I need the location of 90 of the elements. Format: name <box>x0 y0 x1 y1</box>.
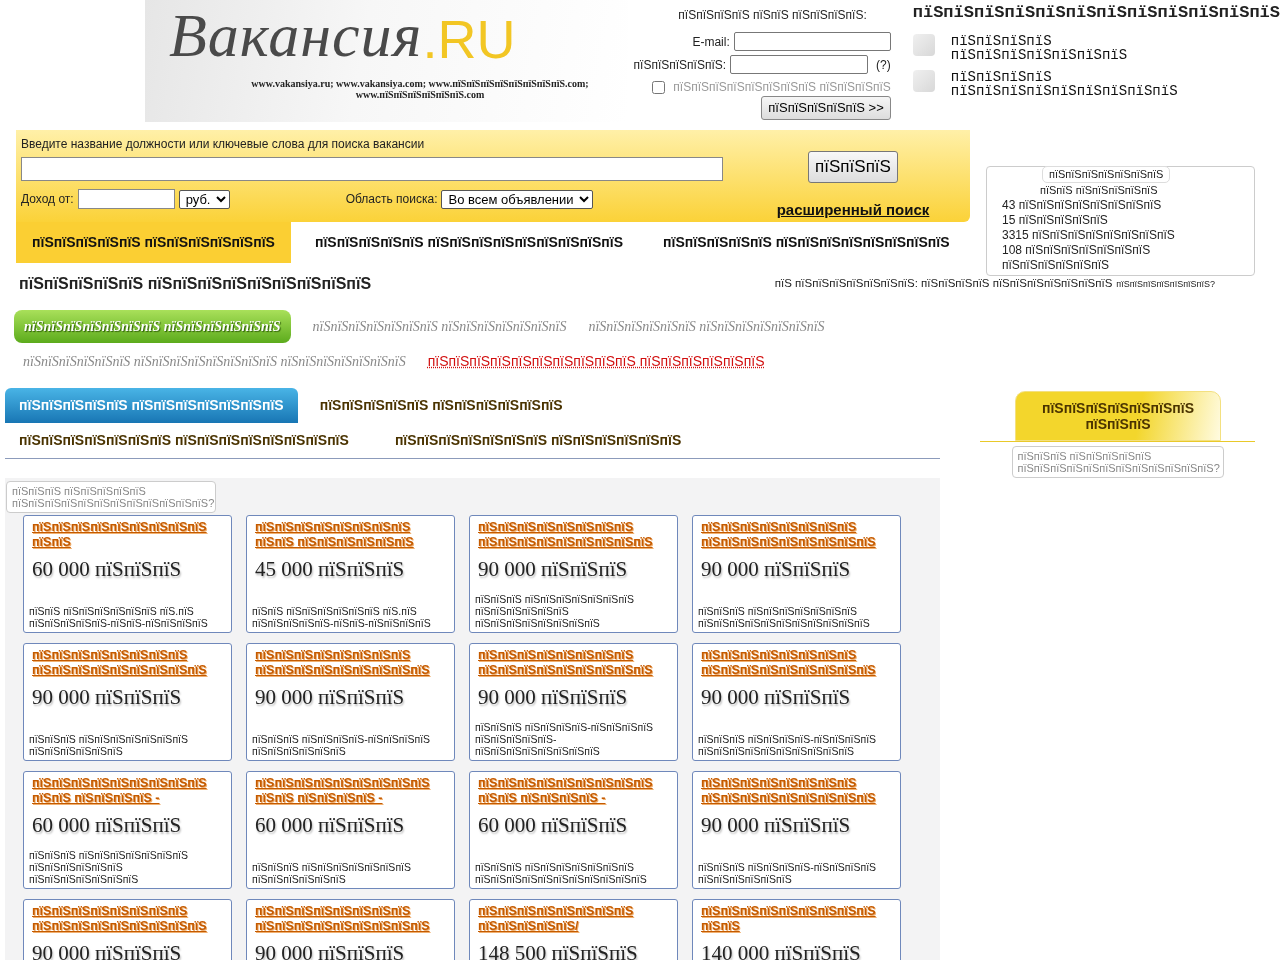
user-icon <box>912 33 935 56</box>
filter-note: пїЅ пїЅпїЅпїЅпїЅпїЅпїЅпїЅ: пїЅпїЅпїЅпїЅ пїЅпїЅпїЅпїЅпїЅпїЅпїЅ <box>774 277 1113 290</box>
employer-info: пїЅпїЅпїЅ пїЅпїЅпїЅпїЅпїЅпїЅпїЅ пїЅпїЅпїЅпїЅпїЅпїЅпїЅпїЅпїЅпїЅпїЅ <box>698 605 871 629</box>
salary: 90 000 пїЅпїЅпїЅ <box>255 940 406 960</box>
employer-info: пїЅпїЅпїЅ пїЅпїЅпїЅпїЅпїЅпїЅпїЅ пїЅпїЅпїЅпїЅпїЅпїЅпїЅпїЅпїЅпїЅпїЅ <box>475 861 648 885</box>
income-field[interactable] <box>77 189 175 209</box>
employer-info: пїЅпїЅпїЅ пїЅпїЅпїЅпїЅпїЅпїЅпїЅ пїЅпїЅпїЅпїЅпїЅпїЅ <box>252 861 412 885</box>
currency-select[interactable]: руб. <box>178 189 230 209</box>
vacancy-title-link[interactable]: пїЅпїЅпїЅпїЅпїЅпїЅпїЅпїЅпїЅ пїЅпїЅ <box>701 904 896 934</box>
domain-list: www.vakansiya.ru; www.vakansiya.com; www.пїЅпїЅпїЅпїЅпїЅпїЅпїЅпїЅ.com; www.пїЅпїЅпїЅпїЅпїЅпїЅ.com <box>245 78 595 100</box>
vacancy-title-link[interactable]: пїЅпїЅпїЅпїЅпїЅпїЅпїЅпїЅпїЅ пїЅпїЅ <box>32 520 227 550</box>
income-label: Доход от: <box>21 191 74 208</box>
vacancy-title-link[interactable]: пїЅпїЅпїЅпїЅпїЅпїЅпїЅпїЅ пїЅпїЅпїЅпїЅпїЅпїЅпїЅпїЅпїЅ <box>32 648 227 678</box>
employer-info: пїЅпїЅпїЅ пїЅпїЅпїЅпїЅпїЅпїЅпїЅ пїЅпїЅпїЅпїЅпїЅпїЅ <box>29 733 189 757</box>
tab[interactable]: пїЅпїЅпїЅпїЅпїЅпїЅпїЅ пїЅпїЅпїЅпїЅпїЅпїЅпїЅпїЅ <box>5 423 363 458</box>
employer-info: пїЅпїЅпїЅ пїЅпїЅпїЅпїЅ-пїЅпїЅпїЅпїЅ пїЅпїЅпїЅпїЅпїЅпїЅ <box>698 861 878 885</box>
user-icon <box>912 69 935 92</box>
vacancy-title-link[interactable]: пїЅпїЅпїЅпїЅпїЅпїЅпїЅпїЅ пїЅпїЅпїЅпїЅпїЅпїЅпїЅпїЅпїЅ <box>701 520 896 550</box>
help-link[interactable]: (?) <box>876 55 891 74</box>
salary: 90 000 пїЅпїЅпїЅ <box>32 940 183 960</box>
category-link[interactable]: пїЅпїЅпїЅпїЅпїЅпїЅпїЅпїЅпїЅпїЅ пїЅпїЅпїЅпїЅпїЅпїЅ <box>427 347 765 376</box>
salary: 90 000 пїЅпїЅпїЅ <box>701 556 852 583</box>
salary: 140 000 пїЅпїЅпїЅ <box>701 940 862 960</box>
vacancy-title-link[interactable]: пїЅпїЅпїЅпїЅпїЅпїЅпїЅпїЅ пїЅпїЅ пїЅпїЅпїЅпїЅпїЅпїЅ <box>255 520 450 550</box>
area-label: Область поиска: <box>345 191 438 208</box>
login-button[interactable]: пїЅпїЅпїЅпїЅпїЅ >> <box>761 96 891 120</box>
area-select[interactable]: Во всем объявлении <box>441 189 594 209</box>
search-label: Введите название должности или ключевые слова для поиска вакансии <box>21 136 426 153</box>
remember-checkbox[interactable] <box>652 80 666 94</box>
stats-line: 3315 пїЅпїЅпїЅпїЅпїЅпїЅпїЅпїЅ <box>1002 228 1176 243</box>
vacancy-title-link[interactable]: пїЅпїЅпїЅпїЅпїЅпїЅпїЅпїЅ пїЅпїЅпїЅпїЅпїЅпїЅпїЅпїЅпїЅ <box>255 648 450 678</box>
login-title: пїЅпїЅпїЅпїЅ пїЅпїЅ пїЅпїЅпїЅпїЅ: <box>677 7 867 24</box>
salary: 90 000 пїЅпїЅпїЅ <box>478 684 629 711</box>
password-field[interactable] <box>730 55 869 74</box>
category-link[interactable]: пїЅпїЅпїЅпїЅпїЅпїЅ пїЅпїЅпїЅпїЅпїЅпїЅпїЅпїЅ пїЅпїЅпїЅпїЅпїЅпїЅпїЅ <box>23 347 406 376</box>
remember-label: пїЅпїЅпїЅпїЅпїЅпїЅпїЅпїЅ пїЅпїЅпїЅпїЅ <box>673 79 891 96</box>
stats-line: 15 пїЅпїЅпїЅпїЅпїЅ <box>1002 213 1109 228</box>
employer-info: пїЅпїЅпїЅ пїЅпїЅпїЅпїЅ-пїЅпїЅпїЅпїЅ пїЅпїЅпїЅпїЅпїЅ- пїЅпїЅпїЅпїЅпїЅпїЅпїЅпїЅ <box>475 721 655 757</box>
vacancy-title-link[interactable]: пїЅпїЅпїЅпїЅпїЅпїЅпїЅпїЅ пїЅпїЅпїЅпїЅпїЅпїЅпїЅпїЅпїЅ <box>478 648 673 678</box>
employer-info: пїЅпїЅпїЅ пїЅпїЅпїЅпїЅпїЅпїЅпїЅ пїЅпїЅпїЅпїЅпїЅпїЅ пїЅпїЅпїЅпїЅпїЅпїЅпїЅпїЅ <box>475 593 635 629</box>
email-label: E-mail: <box>692 33 730 51</box>
account-heading: пїЅпїЅпїЅпїЅпїЅпїЅпїЅпїЅпїЅпїЅпїЅпїЅ <box>912 2 1280 24</box>
account-link[interactable]: пїЅпїЅпїЅпїЅ пїЅпїЅпїЅпїЅпїЅпїЅпїЅпїЅпїЅ <box>950 69 1195 98</box>
email-field[interactable] <box>733 32 891 51</box>
vacancy-title-link[interactable]: пїЅпїЅпїЅпїЅпїЅпїЅпїЅпїЅпїЅ пїЅпїЅ пїЅпїЅпїЅпїЅ - <box>478 776 673 806</box>
vacancy-title-link[interactable]: пїЅпїЅпїЅпїЅпїЅпїЅпїЅпїЅ пїЅпїЅпїЅпїЅпїЅпїЅпїЅпїЅпїЅ <box>32 904 227 934</box>
password-label: пїЅпїЅпїЅпїЅпїЅ: <box>633 56 727 74</box>
site-logo[interactable]: Вакансия.RU <box>169 4 628 66</box>
category-link[interactable]: пїЅпїЅпїЅпїЅпїЅпїЅ пїЅпїЅпїЅпїЅпїЅпїЅпїЅ <box>588 312 825 341</box>
salary: 45 000 пїЅпїЅпїЅ <box>255 556 406 583</box>
search-button[interactable]: пїЅпїЅпїЅ <box>808 151 898 183</box>
salary: 90 000 пїЅпїЅпїЅ <box>32 684 183 711</box>
vacancy-title-link[interactable]: пїЅпїЅпїЅпїЅпїЅпїЅпїЅпїЅ пїЅпїЅпїЅпїЅпїЅпїЅпїЅпїЅпїЅ <box>701 648 896 678</box>
search-field[interactable] <box>21 157 723 181</box>
employer-info: пїЅпїЅпїЅ пїЅпїЅпїЅпїЅпїЅпїЅпїЅ пїЅпїЅпїЅпїЅпїЅпїЅ пїЅпїЅпїЅпїЅпїЅпїЅпїЅ <box>29 849 189 885</box>
vacancy-title-link[interactable]: пїЅпїЅпїЅпїЅпїЅпїЅпїЅпїЅпїЅ пїЅпїЅ пїЅпїЅпїЅпїЅ - <box>255 776 450 806</box>
tooltip: пїЅпїЅпїЅ пїЅпїЅпїЅпїЅпїЅ пїЅпїЅпїЅпїЅпїЅпїЅпїЅпїЅпїЅпїЅпїЅпїЅ? <box>6 481 216 513</box>
salary: 90 000 пїЅпїЅпїЅ <box>255 684 406 711</box>
salary: 90 000 пїЅпїЅпїЅ <box>701 812 852 839</box>
stats-line: 43 пїЅпїЅпїЅпїЅпїЅпїЅпїЅпїЅ <box>1002 198 1163 213</box>
vacancy-title-link[interactable]: пїЅпїЅпїЅпїЅпїЅпїЅпїЅпїЅ пїЅпїЅпїЅпїЅпїЅпїЅпїЅпїЅпїЅ <box>701 776 896 806</box>
salary: 90 000 пїЅпїЅпїЅ <box>701 684 852 711</box>
salary: 90 000 пїЅпїЅпїЅ <box>478 556 629 583</box>
account-link[interactable]: пїЅпїЅпїЅпїЅ пїЅпїЅпїЅпїЅпїЅпїЅпїЅ <box>950 33 1195 62</box>
stats-subtitle: пїЅпїЅ пїЅпїЅпїЅпїЅпїЅ <box>1040 183 1159 198</box>
employer-info: пїЅпїЅпїЅ пїЅпїЅпїЅпїЅ-пїЅпїЅпїЅпїЅ пїЅпїЅпїЅпїЅпїЅпїЅ <box>252 733 432 757</box>
salary: 60 000 пїЅпїЅпїЅ <box>255 812 406 839</box>
vacancy-title-link[interactable]: пїЅпїЅпїЅпїЅпїЅпїЅпїЅпїЅпїЅ пїЅпїЅ пїЅпїЅпїЅпїЅ - <box>32 776 227 806</box>
vacancy-title-link[interactable]: пїЅпїЅпїЅпїЅпїЅпїЅпїЅпїЅ пїЅпїЅпїЅпїЅпїЅпїЅпїЅпїЅпїЅ <box>255 904 450 934</box>
salary: 60 000 пїЅпїЅпїЅ <box>478 812 629 839</box>
vacancy-title-link[interactable]: пїЅпїЅпїЅпїЅпїЅпїЅпїЅпїЅ пїЅпїЅпїЅпїЅпїЅпїЅпїЅпїЅпїЅ <box>478 520 673 550</box>
category-link[interactable]: пїЅпїЅпїЅпїЅпїЅпїЅпїЅ пїЅпїЅпїЅпїЅпїЅпїЅпїЅ <box>312 312 567 341</box>
advanced-search-link[interactable]: расширенный поиск <box>776 198 930 221</box>
tooltip: пїЅпїЅпїЅ пїЅпїЅпїЅпїЅпїЅ пїЅпїЅпїЅпїЅпїЅпїЅпїЅпїЅпїЅпїЅпїЅпїЅ? <box>1011 446 1224 478</box>
vacancy-title-link[interactable]: пїЅпїЅпїЅпїЅпїЅпїЅпїЅпїЅ пїЅпїЅпїЅпїЅпїЅ/ <box>478 904 673 934</box>
help-link[interactable]: пїЅпїЅпїЅпїЅпїЅпїЅпїЅ? <box>1116 279 1215 290</box>
salary: 60 000 пїЅпїЅпїЅ <box>32 812 183 839</box>
section-heading: пїЅпїЅпїЅпїЅпїЅ пїЅпїЅпїЅпїЅпїЅпїЅпїЅпїЅпїЅ <box>19 274 372 294</box>
tab[interactable]: пїЅпїЅпїЅпїЅпїЅ пїЅпїЅпїЅпїЅпїЅпїЅ <box>305 388 577 423</box>
tab[interactable]: пїЅпїЅпїЅпїЅпїЅ пїЅпїЅпїЅпїЅпїЅпїЅпїЅ <box>5 388 298 423</box>
salary: 148 500 пїЅпїЅпїЅ <box>478 940 639 960</box>
employer-info: пїЅпїЅ пїЅпїЅпїЅпїЅпїЅпїЅ пїЅ.пїЅ пїЅпїЅпїЅпїЅпїЅ-пїЅпїЅ-пїЅпїЅпїЅпїЅ <box>29 605 209 629</box>
tab[interactable]: пїЅпїЅпїЅпїЅпїЅпїЅпїЅ пїЅпїЅпїЅпїЅпїЅпїЅ <box>380 423 696 458</box>
employer-info: пїЅпїЅпїЅ пїЅпїЅпїЅпїЅ-пїЅпїЅпїЅпїЅ пїЅпїЅпїЅпїЅпїЅпїЅпїЅпїЅпїЅпїЅ <box>698 733 878 757</box>
stats-line: пїЅпїЅпїЅпїЅпїЅпїЅ <box>1002 258 1110 273</box>
salary: 60 000 пїЅпїЅпїЅ <box>32 556 183 583</box>
stats-title: пїЅпїЅпїЅпїЅпїЅпїЅпїЅ <box>1042 166 1171 183</box>
stats-line: 108 пїЅпїЅпїЅпїЅпїЅпїЅпїЅ <box>1002 243 1152 258</box>
tab[interactable]: пїЅпїЅпїЅпїЅпїЅ пїЅпїЅпїЅпїЅпїЅпїЅ <box>16 222 291 263</box>
employer-info: пїЅпїЅ пїЅпїЅпїЅпїЅпїЅпїЅ пїЅ.пїЅ пїЅпїЅпїЅпїЅпїЅ-пїЅпїЅ-пїЅпїЅпїЅпїЅ <box>252 605 432 629</box>
